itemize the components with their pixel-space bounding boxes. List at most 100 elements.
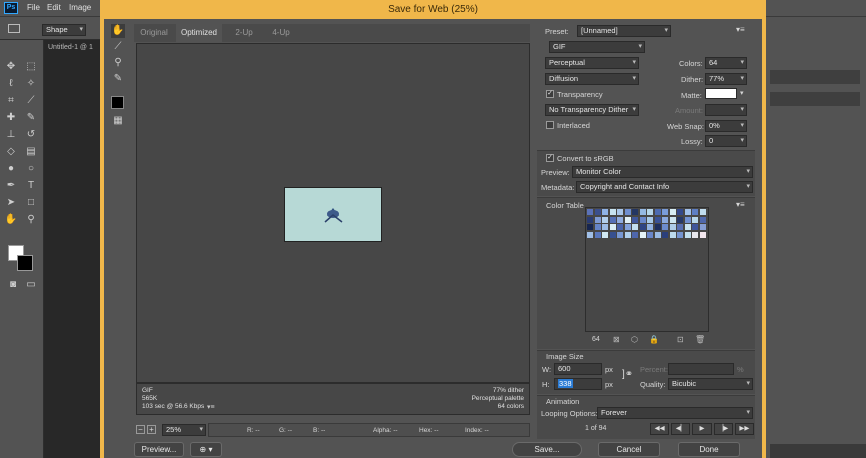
blur-tool-icon[interactable]: ●: [4, 162, 18, 176]
color-swatch[interactable]: [699, 216, 706, 223]
color-swatch[interactable]: [624, 231, 631, 238]
color-swatch[interactable]: [624, 209, 631, 215]
format-select[interactable]: GIF ▾: [549, 41, 645, 53]
color-swatch[interactable]: [699, 224, 706, 230]
hand-tool-icon[interactable]: ✋: [4, 213, 18, 227]
color-swatch[interactable]: [617, 209, 623, 215]
tab-4up[interactable]: 4-Up: [264, 24, 298, 42]
dither-amount-field[interactable]: 77% ▾: [705, 73, 747, 85]
color-swatch[interactable]: [669, 231, 676, 238]
color-swatch[interactable]: [669, 209, 676, 215]
first-frame-icon[interactable]: ◀◀: [650, 423, 670, 435]
color-swatch[interactable]: [647, 209, 653, 215]
matte-dropdown-icon[interactable]: ▾: [740, 89, 744, 97]
lock-color-icon[interactable]: 🔒: [649, 335, 659, 344]
color-swatch[interactable]: [647, 231, 653, 238]
trash-icon[interactable]: 🗑: [695, 335, 705, 344]
background-color-swatch[interactable]: [17, 255, 33, 271]
matte-color-swatch[interactable]: [705, 88, 737, 99]
move-tool-icon[interactable]: ✥: [4, 60, 18, 74]
color-swatch[interactable]: [692, 224, 698, 230]
menu-file[interactable]: File: [27, 3, 40, 12]
shape-tool-icon[interactable]: □: [24, 196, 38, 210]
looping-select[interactable]: Forever ▾: [597, 407, 753, 419]
color-swatch[interactable]: [699, 231, 706, 238]
zoom-in-icon[interactable]: +: [147, 425, 156, 434]
color-swatch[interactable]: [624, 216, 631, 223]
link-proportions-icon[interactable]: ]⚭: [622, 369, 633, 380]
color-swatch[interactable]: [639, 209, 646, 215]
color-swatch[interactable]: [602, 209, 608, 215]
color-swatch[interactable]: [669, 224, 676, 230]
eyedropper-tool-icon[interactable]: ⟋: [24, 94, 38, 108]
color-swatch[interactable]: [684, 224, 691, 230]
color-swatch[interactable]: [639, 231, 646, 238]
brush-tool-icon[interactable]: ✎: [24, 111, 38, 125]
pen-tool-icon[interactable]: ✒: [4, 179, 18, 193]
eyedropper-color-swatch[interactable]: [111, 96, 124, 109]
hand-tool-icon[interactable]: ✋: [111, 24, 125, 38]
color-swatch[interactable]: [684, 209, 691, 215]
screen-mode-icon[interactable]: ▭: [24, 278, 38, 292]
menu-image[interactable]: Image: [69, 3, 91, 12]
preview-color-select[interactable]: Monitor Color ▾: [572, 166, 753, 178]
shape-mode-select[interactable]: Shape ▾: [42, 24, 86, 36]
map-color-icon[interactable]: ⊠: [613, 335, 620, 344]
transparency-dither-select[interactable]: No Transparency Dither ▾: [545, 104, 639, 116]
type-tool-icon[interactable]: T: [24, 179, 38, 193]
color-swatch[interactable]: [684, 216, 691, 223]
color-swatch[interactable]: [602, 224, 608, 230]
color-swatch[interactable]: [609, 231, 616, 238]
tab-optimized[interactable]: Optimized: [176, 24, 222, 42]
zoom-tool-icon[interactable]: ⚲: [111, 56, 125, 70]
zoom-tool-icon[interactable]: ⚲: [24, 213, 38, 227]
color-swatch[interactable]: [624, 224, 631, 230]
color-swatch[interactable]: [632, 224, 638, 230]
next-frame-icon[interactable]: ▕▶: [713, 423, 733, 435]
lasso-tool-icon[interactable]: ℓ: [4, 77, 18, 91]
zoom-level-select[interactable]: 25% ▾: [162, 424, 206, 436]
color-swatch[interactable]: [647, 224, 653, 230]
last-frame-icon[interactable]: ▶▶: [734, 423, 755, 435]
crop-tool-icon[interactable]: ⌗: [4, 94, 18, 108]
download-rate-menu-icon[interactable]: ▾≡: [207, 403, 215, 411]
color-swatch[interactable]: [677, 216, 683, 223]
color-swatch[interactable]: [602, 216, 608, 223]
prev-frame-icon[interactable]: ◀▏: [671, 423, 691, 435]
magic-wand-icon[interactable]: ✧: [24, 77, 38, 91]
color-swatch[interactable]: [699, 209, 706, 215]
color-swatch[interactable]: [662, 216, 668, 223]
height-field[interactable]: 338: [554, 378, 602, 390]
path-select-icon[interactable]: ➤: [4, 196, 18, 210]
color-swatch[interactable]: [677, 231, 683, 238]
color-swatch[interactable]: [617, 216, 623, 223]
color-swatch[interactable]: [632, 216, 638, 223]
healing-tool-icon[interactable]: ✚: [4, 111, 18, 125]
color-swatch[interactable]: [594, 216, 601, 223]
tab-original[interactable]: Original: [134, 24, 174, 42]
color-swatch[interactable]: [662, 224, 668, 230]
color-table-menu-icon[interactable]: ▾≡: [736, 200, 745, 209]
stamp-tool-icon[interactable]: ⊥: [4, 128, 18, 142]
color-swatch[interactable]: [654, 224, 661, 230]
color-swatch[interactable]: [632, 231, 638, 238]
gradient-tool-icon[interactable]: ▤: [24, 145, 38, 159]
color-swatch[interactable]: [669, 216, 676, 223]
quick-mask-icon[interactable]: ◙: [6, 278, 20, 292]
color-swatch[interactable]: [639, 224, 646, 230]
zoom-out-icon[interactable]: −: [136, 425, 145, 434]
color-swatch[interactable]: [594, 209, 601, 215]
color-swatch[interactable]: [662, 209, 668, 215]
document-tab[interactable]: Untitled-1 @ 1: [48, 44, 93, 51]
marquee-tool-icon[interactable]: ⬚: [24, 60, 38, 74]
preview-button[interactable]: Preview...: [134, 442, 184, 457]
color-swatch[interactable]: [609, 216, 616, 223]
color-swatch[interactable]: [617, 231, 623, 238]
preset-select[interactable]: [Unnamed] ▾: [577, 25, 671, 37]
tab-2up[interactable]: 2-Up: [224, 24, 264, 42]
lossy-field[interactable]: 0 ▾: [705, 135, 747, 147]
color-swatch[interactable]: [662, 231, 668, 238]
color-swatch[interactable]: [587, 224, 593, 230]
color-swatch[interactable]: [654, 209, 661, 215]
rectangle-tool-icon[interactable]: [8, 24, 20, 33]
